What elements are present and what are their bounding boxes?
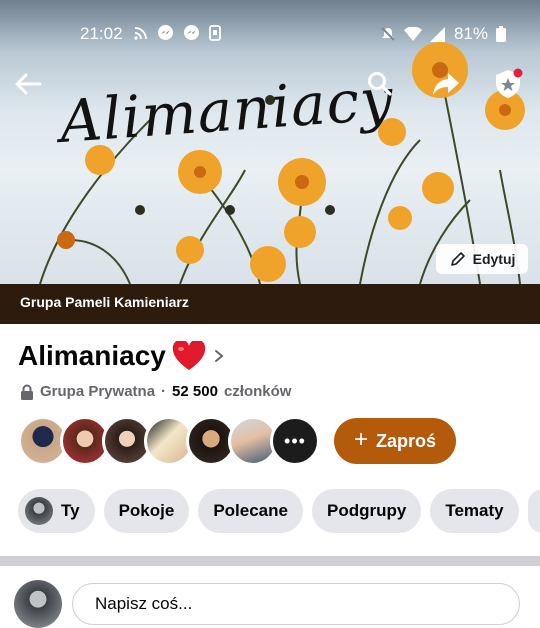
messenger-icon: [184, 25, 199, 40]
battery-percent: 81%: [453, 24, 488, 43]
tab-podgrupy[interactable]: Podgrupy: [311, 489, 422, 533]
more-members-button[interactable]: •••: [270, 416, 320, 466]
chevron-right-icon: [214, 350, 224, 362]
share-button[interactable]: [428, 66, 464, 102]
edit-cover-button[interactable]: Edytuj: [436, 244, 528, 274]
avatar: [25, 497, 53, 525]
tab-pokoje[interactable]: Pokoje: [103, 489, 190, 533]
more-members-label: •••: [284, 430, 306, 451]
group-tabs: Ty Pokoje Polecane Podgrupy Tematy: [18, 489, 540, 533]
search-icon: [368, 72, 392, 96]
member-suffix: członków: [223, 383, 292, 400]
tab-label: Pokoje: [118, 501, 175, 520]
tab-label: Polecane: [213, 501, 288, 520]
tab-tematy[interactable]: Tematy: [430, 489, 519, 533]
invite-button[interactable]: + Zaproś: [334, 418, 456, 464]
section-divider: [0, 556, 540, 566]
tab-label: Ty: [61, 501, 80, 520]
group-owner-label: Grupa Pameli Kamieniarz: [20, 294, 189, 310]
group-meta: Grupa Prywatna · 52 500 członków: [20, 383, 291, 400]
group-title-row[interactable]: Alimaniacy: [18, 340, 226, 372]
tab-polecane[interactable]: Polecane: [198, 489, 303, 533]
admin-tools-button[interactable]: [490, 66, 526, 102]
search-button[interactable]: [362, 66, 398, 102]
tab-label: Tematy: [445, 501, 504, 520]
notification-dot: [513, 68, 523, 78]
group-owner-banner[interactable]: Grupa Pameli Kamieniarz: [0, 284, 540, 324]
pencil-icon: [450, 252, 465, 266]
tab-ty[interactable]: Ty: [18, 489, 95, 533]
signal-icon: [429, 26, 445, 42]
plus-icon: +: [353, 426, 368, 453]
messenger-icon: [158, 25, 173, 40]
member-count: 52 500: [172, 383, 218, 400]
battery-icon: [496, 26, 506, 42]
tab-label: Podgrupy: [326, 501, 407, 520]
group-name: Alimaniacy: [18, 340, 166, 371]
mute-icon: [381, 27, 395, 41]
shield-star-icon: [496, 68, 523, 98]
status-bar: 21:02 81%: [0, 0, 540, 66]
cast-icon: [134, 26, 147, 40]
meta-separator: ·: [161, 383, 167, 400]
lock-icon: [21, 384, 33, 400]
wifi-icon: [403, 27, 422, 41]
invite-label: Zaproś: [376, 430, 437, 451]
status-time: 21:02: [80, 24, 123, 43]
share-arrow-icon: [433, 73, 459, 95]
back-button[interactable]: [10, 66, 46, 102]
composer-placeholder: Napisz coś...: [95, 594, 193, 613]
status-right-icons: 81%: [380, 24, 506, 44]
tab-overflow[interactable]: [527, 489, 540, 533]
edit-cover-label: Edytuj: [472, 251, 516, 267]
arrow-left-icon: [15, 73, 42, 95]
post-composer-input[interactable]: Napisz coś...: [72, 583, 520, 625]
status-left-icons: [134, 24, 221, 41]
screenshot-icon: [209, 24, 221, 41]
avatar[interactable]: [14, 580, 62, 628]
group-privacy: Grupa Prywatna: [40, 383, 156, 400]
member-avatars[interactable]: •••: [18, 416, 320, 466]
red-heart-icon: [172, 341, 206, 370]
